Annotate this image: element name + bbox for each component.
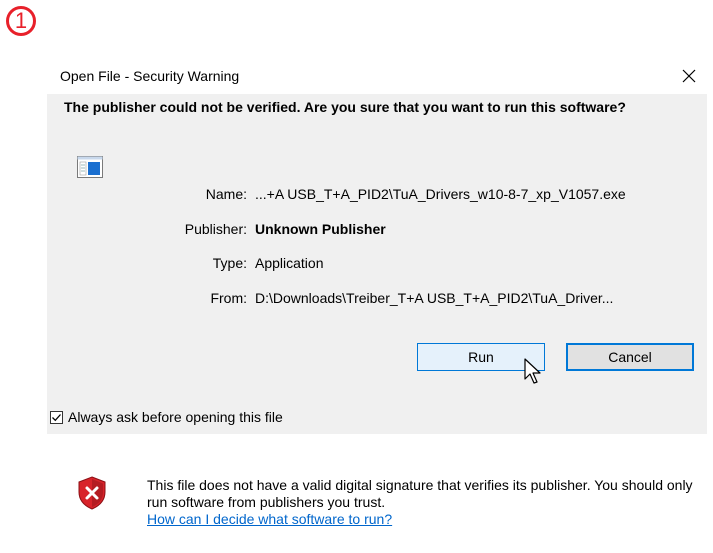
application-icon (77, 156, 103, 178)
signature-warning-text: This file does not have a valid digital … (147, 477, 693, 510)
warning-shield-icon (78, 476, 106, 510)
close-icon (682, 69, 696, 83)
from-label: From: (210, 290, 247, 306)
dialog-title: Open File - Security Warning (60, 68, 240, 84)
mouse-cursor-icon (524, 358, 541, 384)
publisher-value: Unknown Publisher (255, 221, 386, 237)
cancel-button[interactable]: Cancel (566, 343, 694, 371)
name-value: ...+A USB_T+A_PID2\TuA_Drivers_w10-8-7_x… (255, 186, 626, 202)
warning-headline: The publisher could not be verified. Are… (64, 99, 626, 115)
close-button[interactable] (671, 58, 707, 94)
from-value: D:\Downloads\Treiber_T+A USB_T+A_PID2\Tu… (255, 290, 614, 306)
step-number-badge: 1 (6, 6, 36, 36)
checkmark-icon (52, 413, 61, 421)
type-label: Type: (212, 255, 247, 271)
name-label: Name: (205, 186, 247, 202)
always-ask-row[interactable]: Always ask before opening this file (50, 409, 283, 425)
always-ask-label: Always ask before opening this file (68, 409, 283, 425)
title-bar: Open File - Security Warning (47, 58, 707, 94)
type-value: Application (255, 255, 324, 271)
security-warning-dialog: Open File - Security Warning The publish… (47, 58, 707, 553)
publisher-label: Publisher: (184, 221, 247, 237)
always-ask-checkbox[interactable] (50, 410, 63, 424)
help-link[interactable]: How can I decide what software to run? (147, 511, 392, 527)
